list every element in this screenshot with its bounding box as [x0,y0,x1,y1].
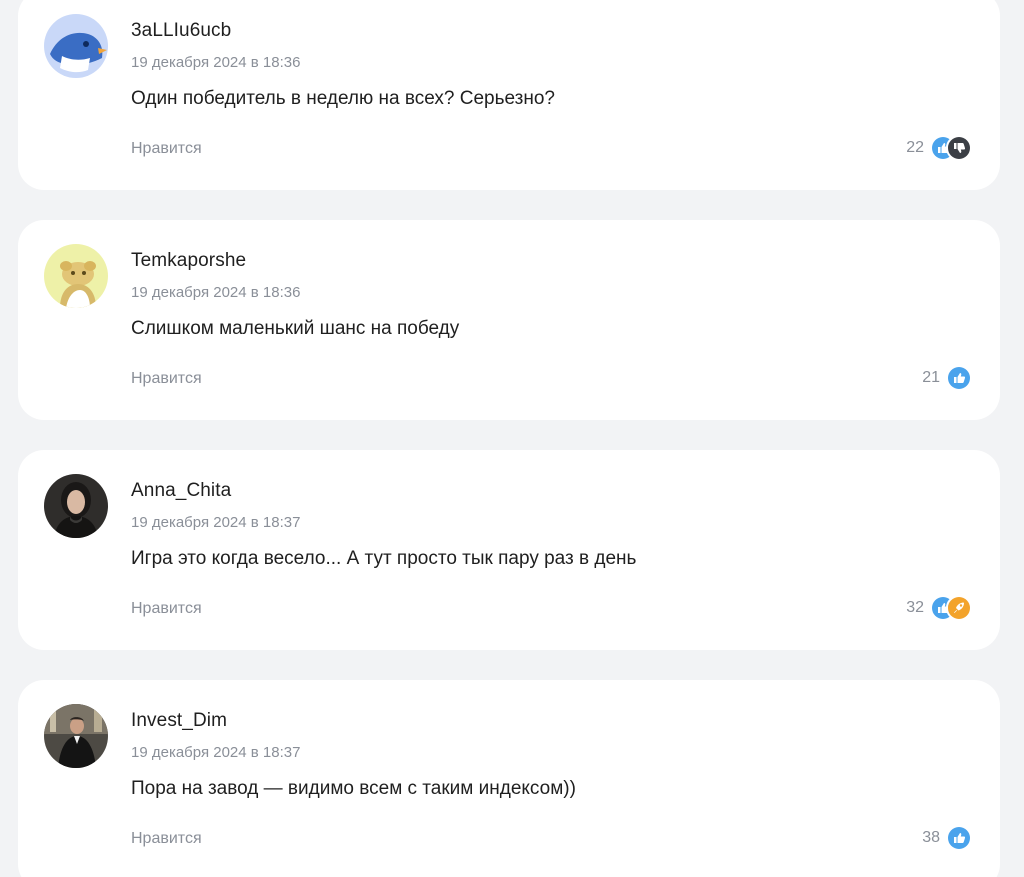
comment-text: Пора на завод — видимо всем с таким инде… [131,778,576,799]
comment-text: Один победитель в неделю на всех? Серьез… [131,88,556,109]
user-avatar[interactable] [44,14,108,78]
like-button[interactable]: Нравится [131,140,202,158]
thumbs-up-icon [946,825,972,851]
comment-author[interactable]: Invest_Dim [131,710,227,732]
comment-card: Temkaporshe 19 декабря 2024 в 18:36 Слиш… [18,220,1000,420]
reaction-count: 22 [906,139,924,156]
thumbs-up-icon [946,365,972,391]
reactions-summary[interactable]: 21 [922,365,972,391]
reaction-count: 21 [922,369,940,386]
penguin-avatar [44,14,108,78]
woman-photo-avatar [44,474,108,538]
thumbs-down-icon [946,135,972,161]
user-avatar[interactable] [44,244,108,308]
cartoon-avatar [44,244,108,308]
like-button[interactable]: Нравится [131,600,202,618]
reactions-summary[interactable]: 22 [906,135,972,161]
reaction-count: 32 [906,599,924,616]
comment-date: 19 декабря 2024 в 18:37 [131,744,301,761]
like-button[interactable]: Нравится [131,830,202,848]
reactions-summary[interactable]: 38 [922,825,972,851]
comment-card: Anna_Chita 19 декабря 2024 в 18:37 Игра … [18,450,1000,650]
user-avatar[interactable] [44,704,108,768]
user-avatar[interactable] [44,474,108,538]
comment-author[interactable]: Temkaporshe [131,250,246,272]
like-button[interactable]: Нравится [131,370,202,388]
comment-card: 3aLLIu6ucb 19 декабря 2024 в 18:36 Один … [18,0,1000,190]
comment-card: Invest_Dim 19 декабря 2024 в 18:37 Пора … [18,680,1000,877]
comment-author[interactable]: Anna_Chita [131,480,231,502]
reactions-summary[interactable]: 32 [906,595,972,621]
comment-date: 19 декабря 2024 в 18:37 [131,514,301,531]
comment-text: Игра это когда весело... А тут просто ты… [131,548,637,569]
comment-date: 19 декабря 2024 в 18:36 [131,284,301,301]
comments-feed: 3aLLIu6ucb 19 декабря 2024 в 18:36 Один … [0,0,1024,877]
man-photo-avatar [44,704,108,768]
comment-text: Слишком маленький шанс на победу [131,318,460,339]
rocket-icon [946,595,972,621]
reaction-count: 38 [922,829,940,846]
comment-author[interactable]: 3aLLIu6ucb [131,20,231,42]
comment-date: 19 декабря 2024 в 18:36 [131,54,301,71]
